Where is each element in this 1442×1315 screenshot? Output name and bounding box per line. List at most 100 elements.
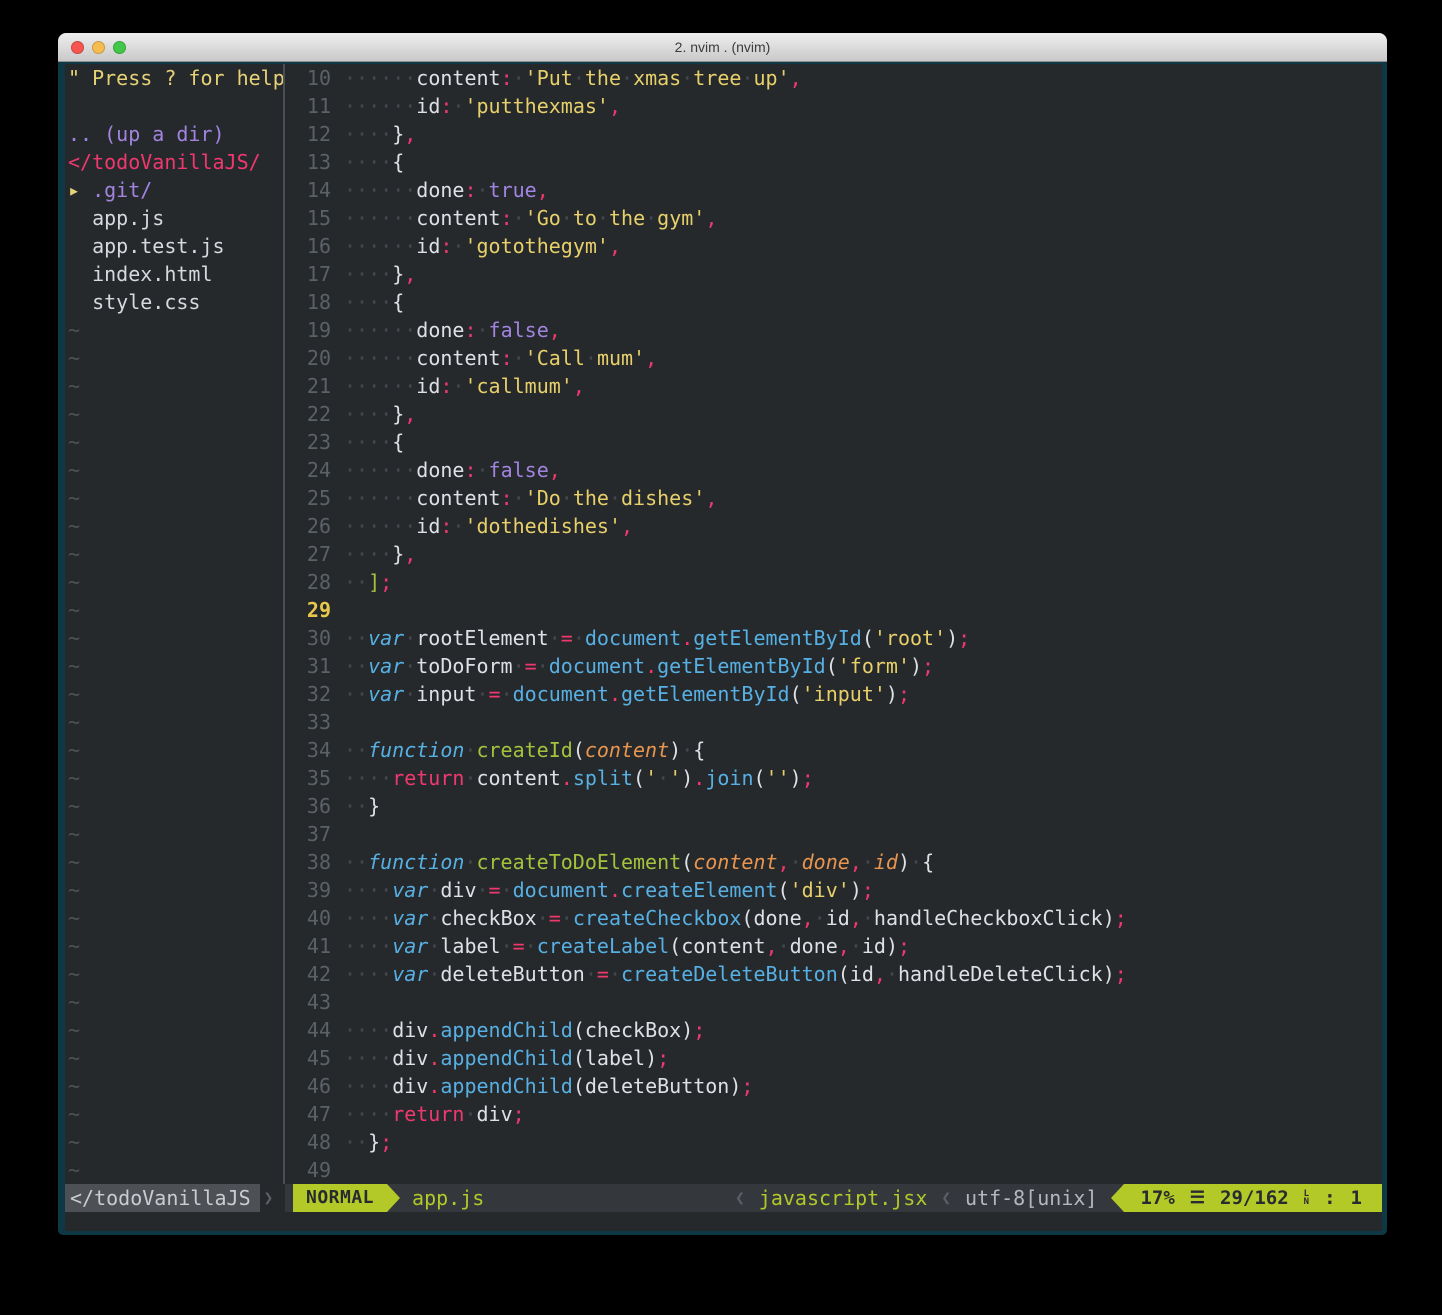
- code-editor[interactable]: 10······content:·'Put·the·xmas·tree·up',…: [285, 64, 1382, 1184]
- code-line[interactable]: 32··var·input·=·document.getElementById(…: [285, 680, 1382, 708]
- code-line[interactable]: 47····return·div;: [285, 1100, 1382, 1128]
- empty-line-tilde: ~: [68, 486, 80, 510]
- empty-line-tilde: ~: [68, 738, 80, 762]
- terminal-window: 2. nvim . (nvim) " Press ? for help.. (u…: [58, 33, 1387, 1235]
- code-line[interactable]: 21······id:·'callmum',: [285, 372, 1382, 400]
- code-line[interactable]: 46····div.appendChild(deleteButton);: [285, 1072, 1382, 1100]
- code-text: ······content:·'Go·to·the·gym',: [344, 204, 717, 232]
- empty-line-tilde: ~: [68, 710, 80, 734]
- colon-separator: :: [1324, 1184, 1335, 1212]
- nvim-frame: " Press ? for help.. (up a dir)</todoVan…: [65, 64, 1382, 1231]
- window-title: 2. nvim . (nvim): [675, 39, 771, 55]
- code-line[interactable]: 27····},: [285, 540, 1382, 568]
- code-line[interactable]: 24······done:·false,: [285, 456, 1382, 484]
- powerline-arrow-icon: [387, 1184, 400, 1212]
- statusline-filetree: </todoVanillaJS ❯: [65, 1184, 285, 1212]
- code-line[interactable]: 28··];: [285, 568, 1382, 596]
- line-number: 12: [285, 120, 344, 148]
- code-line[interactable]: 36··}: [285, 792, 1382, 820]
- close-button[interactable]: [71, 41, 84, 54]
- code-line[interactable]: 23····{: [285, 428, 1382, 456]
- file-tree-item[interactable]: app.test.js: [65, 232, 283, 260]
- statusline-position-segment: 17% ☰ 29/162 LN : 1: [1124, 1184, 1382, 1212]
- file-tree-line[interactable]: </todoVanillaJS/: [65, 148, 283, 176]
- code-line[interactable]: 16······id:·'gotothegym',: [285, 232, 1382, 260]
- chevron-left-icon: ❮: [937, 1184, 955, 1212]
- empty-line-tilde: ~: [68, 990, 80, 1014]
- code-line[interactable]: 11······id:·'putthexmas',: [285, 92, 1382, 120]
- line-number: 21: [285, 372, 344, 400]
- code-line[interactable]: 37: [285, 820, 1382, 848]
- line-number: 14: [285, 176, 344, 204]
- code-line[interactable]: 35····return·content.split('·').join('')…: [285, 764, 1382, 792]
- traffic-lights: [71, 33, 126, 61]
- zoom-button[interactable]: [113, 41, 126, 54]
- expand-arrow-icon[interactable]: ▸: [68, 178, 92, 202]
- code-line[interactable]: 17····},: [285, 260, 1382, 288]
- code-line[interactable]: 49: [285, 1156, 1382, 1184]
- code-text: ······id:·'gotothegym',: [344, 232, 621, 260]
- code-line[interactable]: 26······id:·'dothedishes',: [285, 512, 1382, 540]
- command-line[interactable]: [65, 1212, 1382, 1231]
- code-line[interactable]: 30··var·rootElement·=·document.getElemen…: [285, 624, 1382, 652]
- lines-icon: ☰: [1190, 1184, 1205, 1212]
- code-text: ······done:·true,: [344, 176, 549, 204]
- code-line[interactable]: 40····var·checkBox·=·createCheckbox(done…: [285, 904, 1382, 932]
- minimize-button[interactable]: [92, 41, 105, 54]
- code-line[interactable]: 48··};: [285, 1128, 1382, 1156]
- line-number: 38: [285, 848, 344, 876]
- code-line[interactable]: 10······content:·'Put·the·xmas·tree·up',: [285, 64, 1382, 92]
- code-line[interactable]: 12····},: [285, 120, 1382, 148]
- code-line[interactable]: 41····var·label·=·createLabel(content,·d…: [285, 932, 1382, 960]
- code-line[interactable]: 14······done:·true,: [285, 176, 1382, 204]
- empty-line-tilde: ~: [68, 1018, 80, 1042]
- code-line[interactable]: 29: [285, 596, 1382, 624]
- code-text: ··function·createToDoElement(content,·do…: [344, 848, 934, 876]
- code-line[interactable]: 42····var·deleteButton·=·createDeleteBut…: [285, 960, 1382, 988]
- file-tree[interactable]: " Press ? for help.. (up a dir)</todoVan…: [65, 64, 283, 1184]
- code-text: ··];: [344, 568, 392, 596]
- line-number: 13: [285, 148, 344, 176]
- code-line[interactable]: 13····{: [285, 148, 1382, 176]
- code-text: ··}: [344, 792, 380, 820]
- window-titlebar[interactable]: 2. nvim . (nvim): [58, 33, 1387, 62]
- file-tree-directory[interactable]: ▸ .git/: [65, 176, 283, 204]
- file-tree-item[interactable]: style.css: [65, 288, 283, 316]
- line-number: 49: [285, 1156, 344, 1184]
- code-text: ··var·input·=·document.getElementById('i…: [344, 680, 910, 708]
- line-number: 35: [285, 764, 344, 792]
- code-line[interactable]: 43: [285, 988, 1382, 1016]
- line-number: 31: [285, 652, 344, 680]
- code-text: ····{: [344, 148, 404, 176]
- code-line[interactable]: 44····div.appendChild(checkBox);: [285, 1016, 1382, 1044]
- chevron-left-icon: ❮: [731, 1184, 749, 1212]
- line-number: 25: [285, 484, 344, 512]
- code-line[interactable]: 18····{: [285, 288, 1382, 316]
- code-text: ····{: [344, 428, 404, 456]
- code-line[interactable]: 34··function·createId(content)·{: [285, 736, 1382, 764]
- file-tree-line[interactable]: .. (up a dir): [65, 120, 283, 148]
- empty-line-tilde: ~: [68, 1102, 80, 1126]
- code-line[interactable]: 31··var·toDoForm·=·document.getElementBy…: [285, 652, 1382, 680]
- line-number: 44: [285, 1016, 344, 1044]
- file-tree-item[interactable]: app.js: [65, 204, 283, 232]
- code-line[interactable]: 45····div.appendChild(label);: [285, 1044, 1382, 1072]
- code-text: ··var·rootElement·=·document.getElementB…: [344, 624, 970, 652]
- line-number: 33: [285, 708, 344, 736]
- code-line[interactable]: 19······done:·false,: [285, 316, 1382, 344]
- line-number: 37: [285, 820, 344, 848]
- code-line[interactable]: 25······content:·'Do·the·dishes',: [285, 484, 1382, 512]
- code-line[interactable]: 38··function·createToDoElement(content,·…: [285, 848, 1382, 876]
- file-tree-line: [65, 92, 283, 120]
- code-line[interactable]: 39····var·div·=·document.createElement('…: [285, 876, 1382, 904]
- code-text: ····div.appendChild(checkBox);: [344, 1016, 705, 1044]
- code-line[interactable]: 22····},: [285, 400, 1382, 428]
- empty-line-tilde: ~: [68, 542, 80, 566]
- code-line[interactable]: 15······content:·'Go·to·the·gym',: [285, 204, 1382, 232]
- code-line[interactable]: 33: [285, 708, 1382, 736]
- empty-line-tilde: ~: [68, 1074, 80, 1098]
- code-line[interactable]: 20······content:·'Call·mum',: [285, 344, 1382, 372]
- empty-line-tilde: ~: [68, 794, 80, 818]
- code-text: ······id:·'dothedishes',: [344, 512, 633, 540]
- file-tree-item[interactable]: index.html: [65, 260, 283, 288]
